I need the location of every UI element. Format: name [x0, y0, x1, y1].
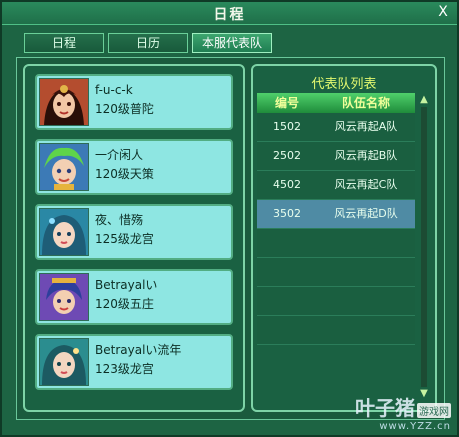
- character-card[interactable]: 夜、惜殇 125级龙宫: [35, 204, 233, 260]
- table-row[interactable]: [257, 316, 415, 345]
- avatar: [39, 78, 89, 126]
- character-name: 夜、惜殇: [95, 213, 144, 227]
- watermark: 叶子猪 游戏网 www.YZZ.cn: [355, 392, 451, 432]
- character-name: Betrayalい: [95, 278, 158, 292]
- table-row[interactable]: 2502 风云再起B队: [257, 142, 415, 171]
- tab-server-team[interactable]: 本服代表队: [192, 33, 272, 53]
- watermark-brand: 叶子猪: [355, 396, 415, 420]
- character-name: f-u-c-k: [95, 83, 133, 97]
- window-title: 日程: [213, 7, 246, 23]
- title-bar: 日程 X: [2, 2, 457, 25]
- table-row[interactable]: [257, 287, 415, 316]
- table-row[interactable]: 1502 风云再起A队: [257, 113, 415, 142]
- table-row[interactable]: 3502 风云再起D队: [257, 200, 415, 229]
- character-card[interactable]: f-u-c-k 120级普陀: [35, 74, 233, 130]
- avatar: [39, 338, 89, 386]
- avatar: [39, 208, 89, 256]
- tab-calendar[interactable]: 日历: [108, 33, 188, 53]
- team-list-panel: 代表队列表 编号 队伍名称 1502 风云再起A队 2502 风云再起B队 45…: [251, 64, 437, 412]
- avatar: [39, 273, 89, 321]
- schedule-window: 日程 X 日程 日历 本服代表队 f-u-c-k 120级普陀 一介闲人 120…: [0, 0, 459, 437]
- team-name: 风云再起D队: [334, 207, 398, 220]
- close-icon[interactable]: X: [435, 4, 451, 20]
- watermark-badge: 游戏网: [417, 403, 451, 418]
- table-header: 编号 队伍名称: [257, 93, 415, 113]
- team-name: 风云再起A队: [334, 120, 398, 133]
- character-name: 一介闲人: [95, 148, 144, 162]
- team-id: 3502: [273, 207, 301, 220]
- scroll-up-icon[interactable]: ▲: [417, 93, 431, 107]
- team-table: 编号 队伍名称 1502 风云再起A队 2502 风云再起B队 4502 风云再…: [257, 93, 415, 345]
- team-list-title: 代表队列表: [311, 77, 377, 92]
- scroll-track[interactable]: [421, 107, 427, 387]
- character-card[interactable]: Betrayalい 120级五庄: [35, 269, 233, 325]
- team-id: 2502: [273, 149, 301, 162]
- table-row[interactable]: 4502 风云再起C队: [257, 171, 415, 200]
- team-name: 风云再起C队: [334, 178, 398, 191]
- character-level: 120级普陀: [95, 102, 154, 116]
- character-level: 125级龙宫: [95, 232, 154, 246]
- header-name: 队伍名称: [341, 96, 390, 110]
- team-id: 1502: [273, 120, 301, 133]
- team-id: 4502: [273, 178, 301, 191]
- tab-schedule[interactable]: 日程: [24, 33, 104, 53]
- character-level: 120级天策: [95, 167, 154, 181]
- character-level: 123级龙宫: [95, 362, 154, 376]
- team-name: 风云再起B队: [334, 149, 398, 162]
- character-card[interactable]: 一介闲人 120级天策: [35, 139, 233, 195]
- avatar: [39, 143, 89, 191]
- table-row[interactable]: [257, 229, 415, 258]
- watermark-url: www.YZZ.cn: [379, 421, 451, 432]
- character-card[interactable]: Betrayalい流年 123级龙宫: [35, 334, 233, 390]
- table-row[interactable]: [257, 258, 415, 287]
- header-id: 编号: [274, 96, 299, 110]
- scrollbar[interactable]: ▲ ▼: [417, 93, 431, 406]
- character-name: Betrayalい流年: [95, 343, 182, 357]
- character-panel: f-u-c-k 120级普陀 一介闲人 120级天策 夜、惜殇 125级龙宫 B…: [23, 64, 245, 412]
- character-level: 120级五庄: [95, 297, 154, 311]
- content-area: f-u-c-k 120级普陀 一介闲人 120级天策 夜、惜殇 125级龙宫 B…: [16, 57, 445, 420]
